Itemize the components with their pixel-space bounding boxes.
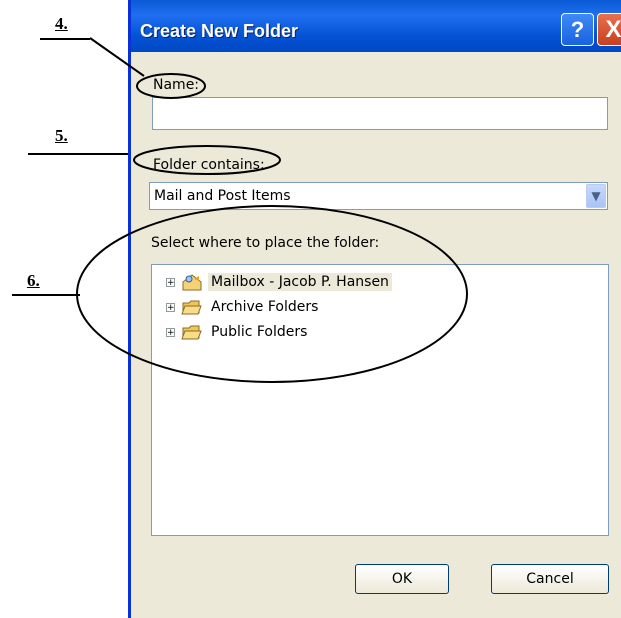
tree-item-label: Mailbox - Jacob P. Hansen xyxy=(208,273,392,291)
help-icon: ? xyxy=(570,16,585,42)
close-button[interactable]: X xyxy=(597,13,621,46)
annotation-line-5 xyxy=(28,153,140,155)
tree-item-label: Public Folders xyxy=(211,324,308,340)
cancel-button[interactable]: Cancel xyxy=(491,564,609,594)
tree-item-public[interactable]: + Public Folders xyxy=(166,323,310,341)
annotation-5: 5. xyxy=(55,126,68,145)
chevron-down-icon: ▼ xyxy=(591,189,601,203)
annotation-line-6 xyxy=(12,294,80,296)
expand-icon[interactable]: + xyxy=(166,277,175,287)
dropdown-button[interactable]: ▼ xyxy=(586,184,606,208)
place-label: Select where to place the folder: xyxy=(151,235,380,251)
ok-button[interactable]: OK xyxy=(355,564,449,594)
name-label: Name: xyxy=(153,77,200,93)
folder-contains-label: Folder contains: xyxy=(153,157,265,173)
name-input[interactable] xyxy=(152,97,608,130)
folder-contains-value: Mail and Post Items xyxy=(154,188,291,204)
expand-icon[interactable]: + xyxy=(166,302,175,312)
tree-item-label: Archive Folders xyxy=(211,299,319,315)
title-bar[interactable]: Create New Folder ? X xyxy=(131,0,621,52)
create-folder-dialog: Create New Folder ? X Name: Folder conta… xyxy=(128,0,621,618)
mailbox-icon xyxy=(181,273,203,291)
annotation-4: 4. xyxy=(55,14,68,33)
folder-icon xyxy=(181,323,203,341)
annotation-line-4 xyxy=(40,38,90,40)
help-button[interactable]: ? xyxy=(561,13,594,46)
tree-item-archive[interactable]: + Archive Folders xyxy=(166,298,321,316)
tree-item-mailbox[interactable]: + Mailbox - Jacob P. Hansen xyxy=(166,273,392,291)
expand-icon[interactable]: + xyxy=(166,327,175,337)
annotation-6: 6. xyxy=(27,271,40,290)
folder-icon xyxy=(181,298,203,316)
dialog-title: Create New Folder xyxy=(140,21,299,41)
folder-tree[interactable]: + Mailbox - Jacob P. Hansen + Archive Fo… xyxy=(151,264,609,536)
folder-contains-select[interactable]: Mail and Post Items ▼ xyxy=(149,182,608,210)
close-icon: X xyxy=(605,15,621,43)
